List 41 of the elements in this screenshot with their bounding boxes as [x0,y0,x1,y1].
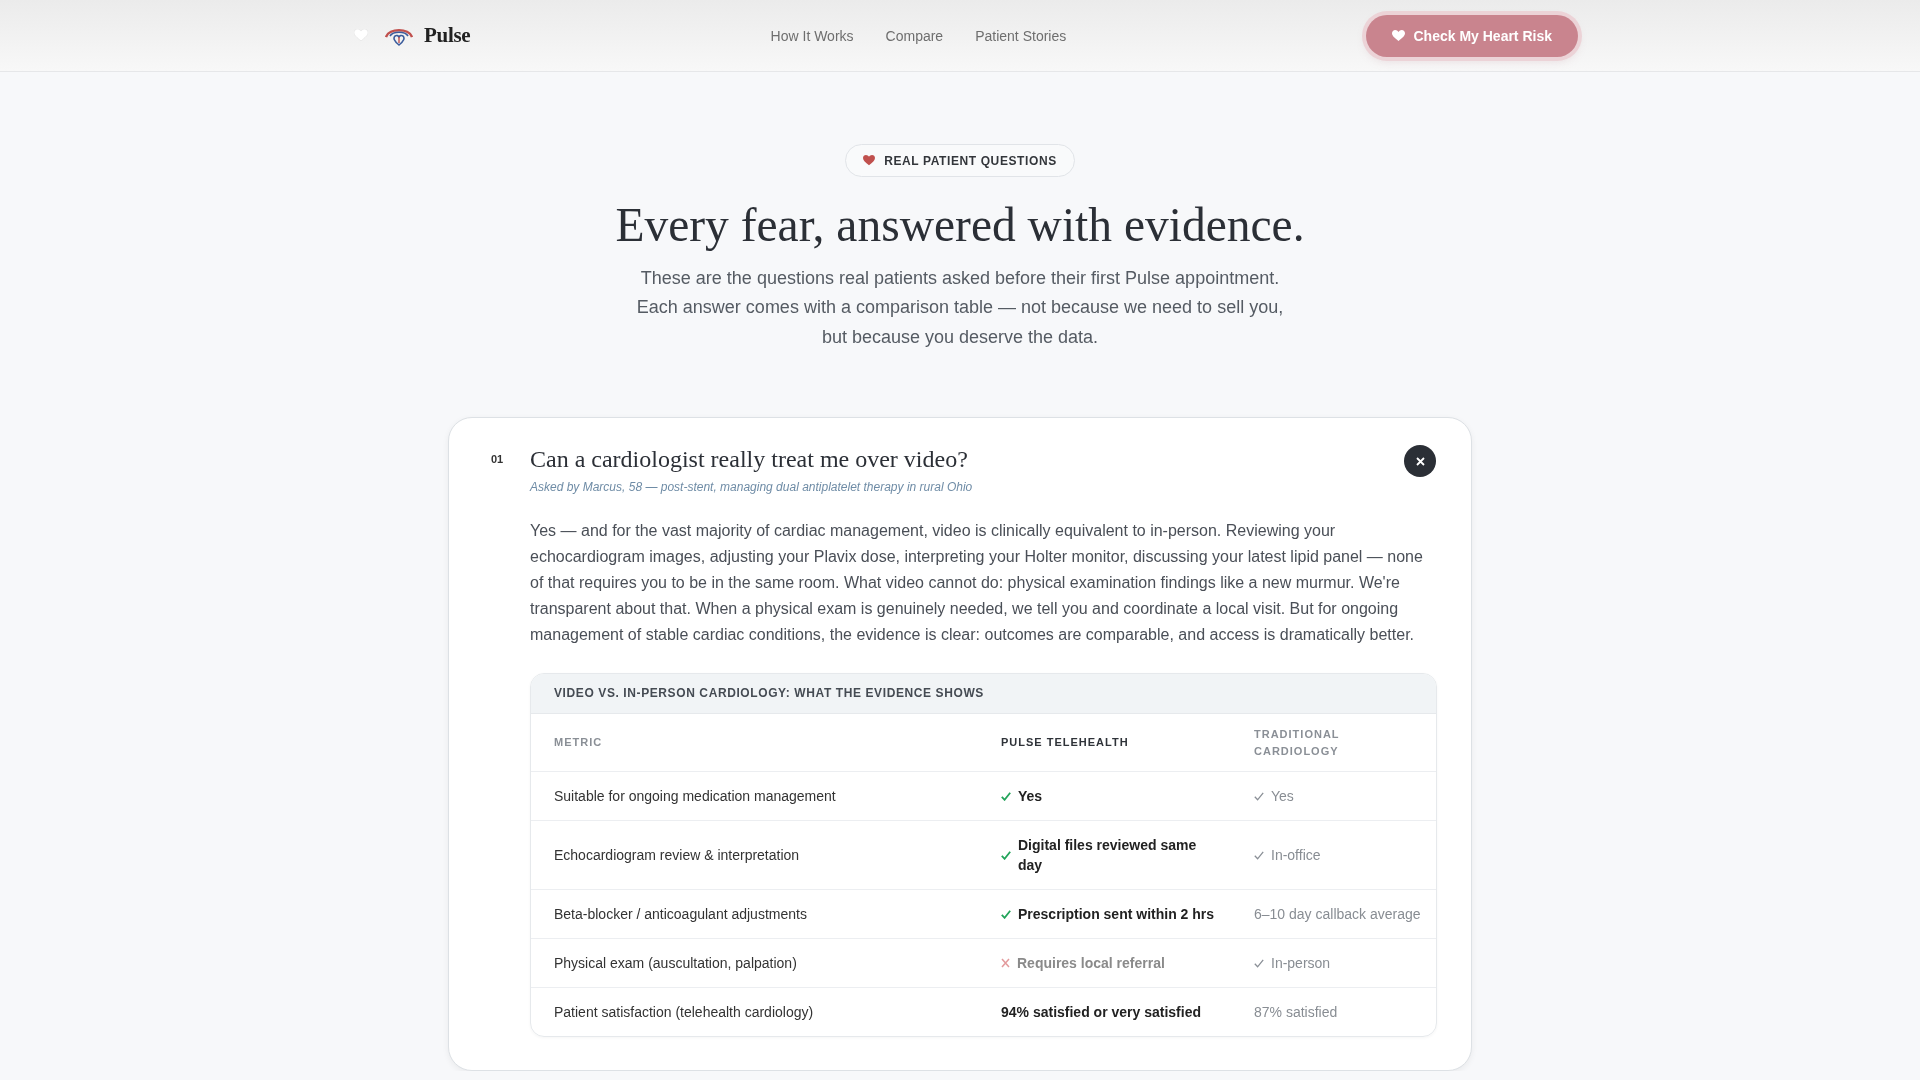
column-header: PULSE TELEHEALTH [1000,735,1130,751]
table-cell-text: 6–10 day callback average [1254,905,1421,925]
check-icon [1254,850,1264,860]
nav-link[interactable]: Patient Stories [975,27,1067,44]
heart-icon [863,155,876,166]
table-cell-text: Physical exam (auscultation, palpation) [554,954,797,974]
page-subtitle: These are the questions real patients asked before their first Pulse appointment. Each answer comes with a comparison table — not because we need to sell you, but because you deserve the data. [635,267,1285,349]
table-cell-text: Requires local referral [1017,954,1165,974]
check-icon [1254,958,1264,968]
heart-icon [1392,29,1406,42]
table-cell-text: 87% satisfied [1254,1003,1338,1023]
answer-text: Yes — and for the vast majority of cardiac management, video is clinically equivalent to in-person. Reviewing your echocardiogram images, adjusting your Plavix dose, interpreting your Holter monitor, discussing your latest lipid panel — none of that requires you to be in the same room. What video cannot do: physical examination findings like a new murmur. We're transparent about that. When a physical exam is genuinely needed, we tell you and coordinate a local visit. But for ongoing management of stable cardiac conditions, the evidence is clear: outcomes are comparable, and access is dramatically better. [530,521,1424,646]
check-icon [1001,850,1011,860]
table-cell-text: In-person [1271,954,1331,974]
column-header: METRIC [553,735,604,751]
table-cell-text: In-office [1271,846,1321,866]
table-cell-text: Patient satisfaction (telehealth cardiology) [554,1003,814,1023]
close-button[interactable] [1404,445,1436,478]
nav-link[interactable]: Compare [885,27,944,44]
check-icon [1001,791,1011,801]
nav-link[interactable]: How It Works [770,27,854,44]
table-cell-text: Echocardiogram review & interpretation [554,846,800,866]
table-cell-text: Prescription sent within 2 hrs [1018,905,1215,925]
table-cell-text: Suitable for ongoing medication management [554,787,836,807]
question-number: 01 [491,452,505,468]
page-title: Every fear, answered with evidence. [615,198,1305,253]
brand-name[interactable]: Pulse [424,23,471,48]
table-title: VIDEO VS. IN-PERSON CARDIOLOGY: WHAT THE EVIDENCE SHOWS [531,674,1436,715]
table-cell-text: 94% satisfied or very satisfied [1001,1003,1201,1023]
table-cell-text: Digital files reviewed same day [1018,836,1198,876]
question-attribution: Asked by Marcus, 58 — post-stent, managing dual antiplatelet therapy in rural Ohio [530,479,973,496]
cross-icon [1001,958,1010,969]
check-icon [1001,909,1011,919]
table-cell-text: Yes [1271,787,1294,807]
table-cell-text: Beta-blocker / anticoagulant adjustments [554,905,807,925]
column-header: TRADITIONAL CARDIOLOGY [1253,727,1341,759]
close-icon [1415,456,1425,466]
question-title[interactable]: Can a cardiologist really treat me over video? [530,444,973,476]
badge-text: REAL PATIENT QUESTIONS [884,153,1057,168]
check-icon [1254,791,1264,801]
table-cell-text: Yes [1018,787,1043,807]
